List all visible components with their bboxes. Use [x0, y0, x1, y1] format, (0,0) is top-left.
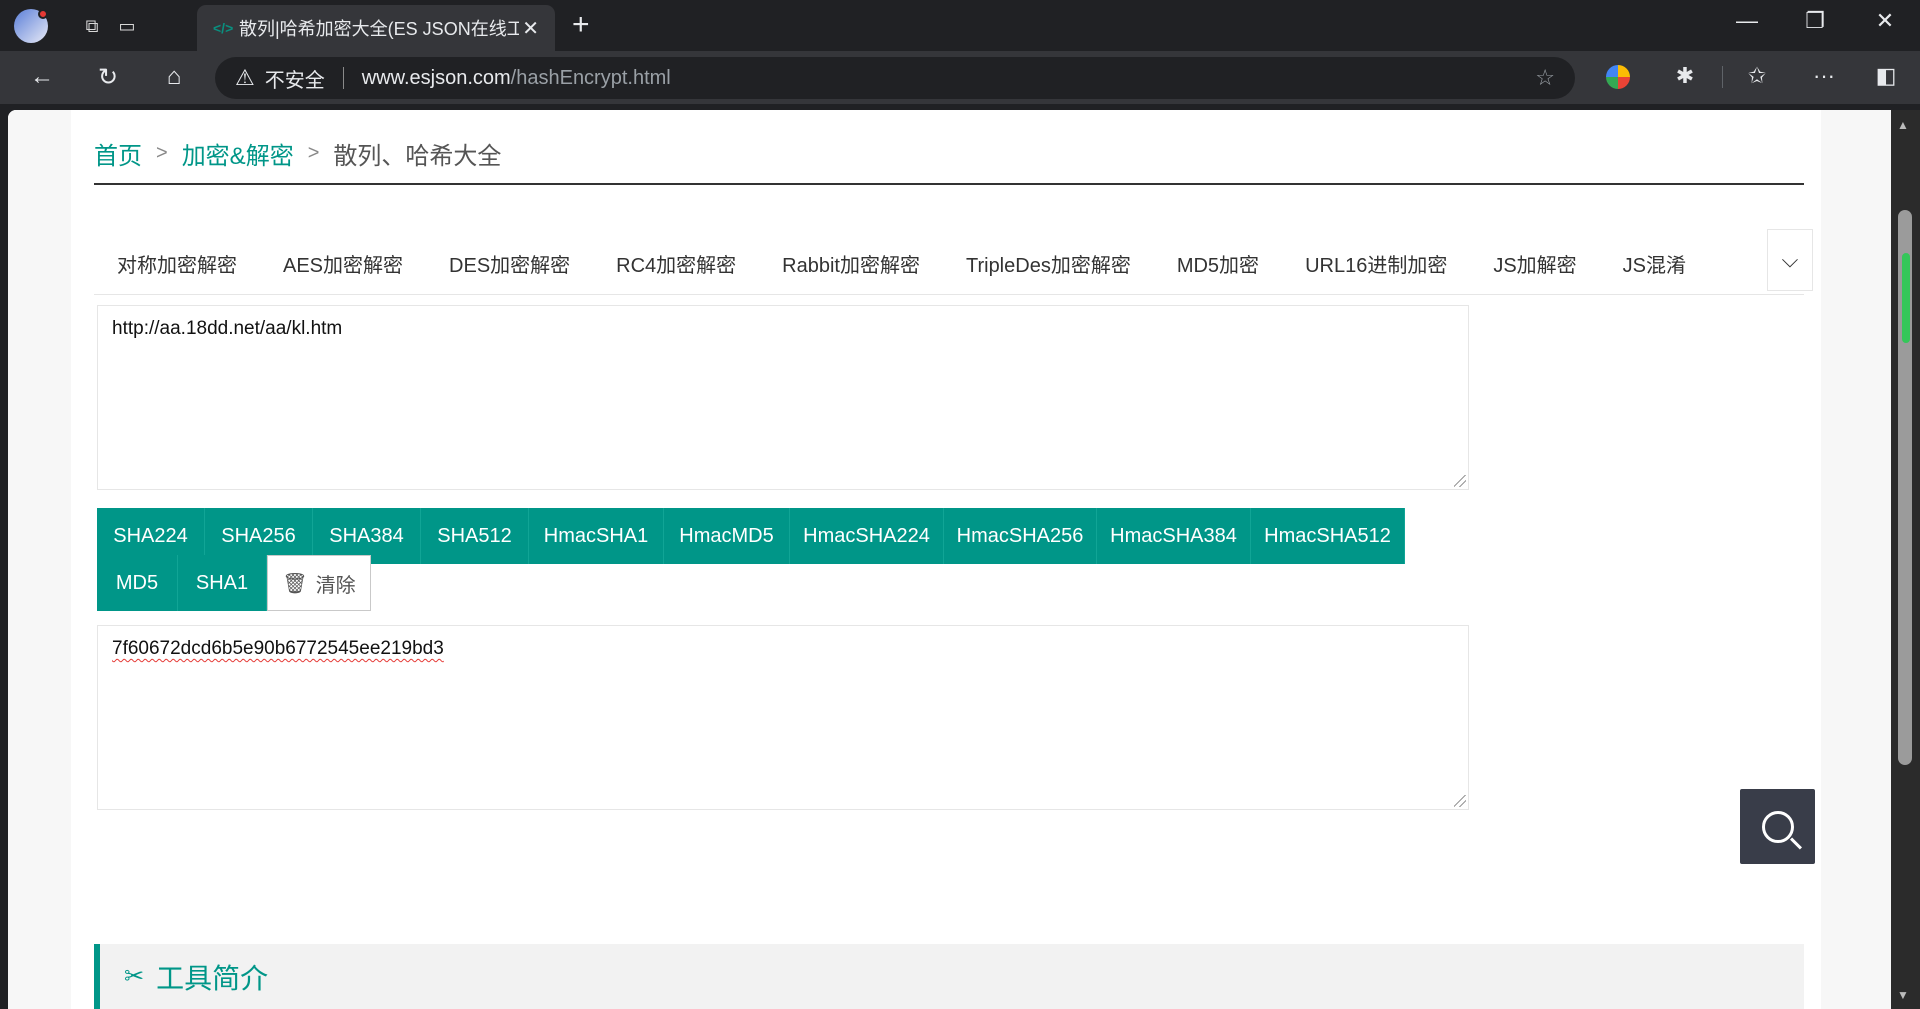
tab-item[interactable]: JS混淆 [1600, 243, 1709, 294]
breadcrumb-divider [94, 183, 1804, 185]
search-icon [1761, 810, 1794, 843]
address-bar[interactable]: ⚠ 不安全 www.esjson.com /hashEncrypt.html ☆ [215, 57, 1575, 99]
tab-item[interactable]: RC4加密解密 [593, 243, 759, 294]
browser-tab-bar: ⧉ ▭ </> 散列|哈希加密大全(ES JSON在线工 ✕ + — ❐ ✕ [0, 0, 1920, 51]
tools-icon: ✂ [124, 963, 145, 990]
chevron-down-icon[interactable]: ⌵ [1767, 229, 1813, 291]
tab-item[interactable]: URL16进制加密 [1282, 243, 1470, 294]
sidebar-toggle-icon[interactable]: ◧ [1869, 63, 1903, 89]
hash-buttons-row-2: MD5 SHA1 🗑 清除 [97, 555, 371, 611]
tab-title: 散列|哈希加密大全(ES JSON在线工 [239, 19, 519, 39]
active-tab[interactable]: </> 散列|哈希加密大全(ES JSON在线工 ✕ [197, 5, 555, 51]
intro-title: 工具简介 [156, 962, 269, 994]
browser-toolbar: ← ↻ ⌂ ⚠ 不安全 www.esjson.com /hashEncrypt.… [0, 51, 1920, 104]
extension-color-icon[interactable] [1606, 65, 1630, 89]
input-textarea[interactable]: http://aa.18dd.net/aa/kl.htm [97, 305, 1469, 490]
tab-item[interactable]: 对称加密解密 [94, 243, 260, 294]
hash-button[interactable]: HmacSHA224 [790, 508, 944, 564]
collections-icon[interactable]: ⧉ [75, 9, 109, 43]
page-viewport: 首页 > 加密&解密 > 散列、哈希大全 对称加密解密 AES加密解密 DES加密解… [8, 110, 1908, 1009]
tab-item[interactable]: TripleDes加密解密 [943, 243, 1154, 294]
insecure-label: 不安全 [264, 69, 325, 92]
notification-dot [38, 9, 48, 19]
tab-actions-icon[interactable]: ▭ [110, 9, 144, 43]
output-textarea[interactable]: 7f60672dcd6b5e90b6772545ee219bd3 [97, 625, 1469, 810]
home-icon[interactable]: ⌂ [157, 63, 191, 91]
breadcrumb-current: 散列、哈希大全 [333, 143, 502, 170]
hash-button[interactable]: HmacSHA256 [944, 508, 1097, 564]
scroll-up-icon[interactable]: ▲ [1897, 118, 1909, 132]
hash-button[interactable]: HmacSHA384 [1097, 508, 1251, 564]
favorites-icon[interactable]: ✩ [1740, 63, 1774, 89]
tool-intro-section: ✂ 工具简介 [94, 944, 1804, 1009]
search-float-button[interactable] [1740, 789, 1815, 864]
clear-label: 清除 [315, 574, 356, 597]
breadcrumb: 首页 > 加密&解密 > 散列、哈希大全 [94, 136, 501, 171]
resize-handle[interactable] [1454, 475, 1466, 487]
warning-icon[interactable]: ⚠ [235, 65, 255, 91]
input-text: http://aa.18dd.net/aa/kl.htm [112, 318, 343, 339]
toolbar-divider [1722, 66, 1723, 88]
back-icon[interactable]: ← [25, 63, 59, 91]
omnibox-divider [342, 67, 344, 89]
breadcrumb-home[interactable]: 首页 [94, 136, 142, 171]
resize-handle[interactable] [1454, 795, 1466, 807]
hash-button[interactable]: SHA1 [178, 555, 267, 611]
favorite-star-icon[interactable]: ☆ [1535, 65, 1555, 91]
tab-item[interactable]: DES加密解密 [426, 243, 593, 294]
url-path: /hashEncrypt.html [510, 66, 671, 89]
tab-item[interactable]: JS加解密 [1470, 243, 1599, 294]
hash-button[interactable]: SHA512 [421, 508, 529, 564]
main-container: 首页 > 加密&解密 > 散列、哈希大全 对称加密解密 AES加密解密 DES加密解… [71, 110, 1821, 1009]
refresh-icon[interactable]: ↻ [91, 63, 125, 92]
restore-button[interactable]: ❐ [1791, 8, 1839, 34]
breadcrumb-separator: > [156, 142, 168, 164]
tab-item[interactable]: MD5加密 [1154, 243, 1282, 294]
favicon-icon: </> [213, 20, 234, 36]
tool-tabs: 对称加密解密 AES加密解密 DES加密解密 RC4加密解密 Rabbit加密解密 Tri… [94, 243, 1804, 295]
minimize-button[interactable]: — [1723, 8, 1771, 34]
tabs-list: 对称加密解密 AES加密解密 DES加密解密 RC4加密解密 Rabbit加密解密 Tri… [94, 243, 1804, 294]
hash-button[interactable]: HmacMD5 [664, 508, 790, 564]
scroll-indicator [1902, 253, 1910, 343]
scroll-down-icon[interactable]: ▼ [1897, 988, 1909, 1002]
hash-button[interactable]: HmacSHA1 [529, 508, 664, 564]
tab-item[interactable]: AES加密解密 [260, 243, 426, 294]
breadcrumb-category[interactable]: 加密&解密 [182, 136, 294, 171]
new-tab-button[interactable]: + [572, 8, 590, 42]
breadcrumb-separator: > [307, 142, 320, 164]
output-text: 7f60672dcd6b5e90b6772545ee219bd3 [112, 638, 444, 659]
trash-icon: 🗑 [282, 572, 308, 595]
url-host: www.esjson.com [361, 66, 511, 89]
hash-button[interactable]: MD5 [97, 555, 178, 611]
close-window-button[interactable]: ✕ [1861, 8, 1909, 34]
hash-button[interactable]: HmacSHA512 [1251, 508, 1405, 564]
clear-button[interactable]: 🗑 清除 [267, 555, 371, 611]
more-menu-icon[interactable]: ··· [1807, 63, 1841, 89]
tab-item[interactable]: Rabbit加密解密 [759, 243, 943, 294]
profile-avatar[interactable] [14, 9, 48, 43]
close-tab-icon[interactable]: ✕ [522, 16, 539, 41]
extensions-icon[interactable]: ✱ [1668, 63, 1702, 89]
